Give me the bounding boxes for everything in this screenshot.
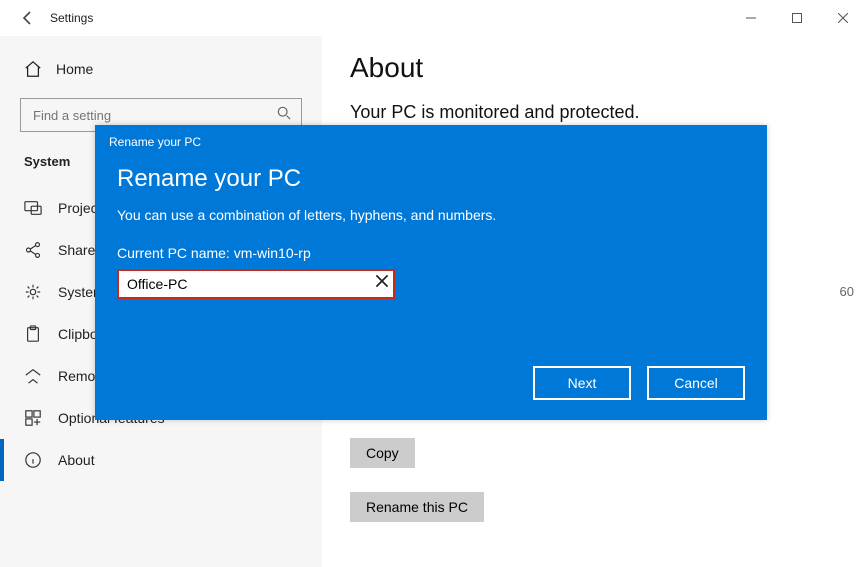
search-input[interactable] [31, 107, 291, 124]
back-button[interactable] [14, 4, 42, 32]
search-icon [277, 106, 291, 125]
next-button[interactable]: Next [533, 366, 631, 400]
window-title: Settings [50, 11, 93, 25]
minimize-button[interactable] [728, 3, 774, 33]
home-icon [24, 60, 42, 78]
about-icon [24, 451, 42, 469]
components-icon [24, 283, 42, 301]
dialog-titlebar: Rename your PC [95, 125, 767, 155]
rename-this-pc-button[interactable]: Rename this PC [350, 492, 484, 522]
optional-icon [24, 409, 42, 427]
sidebar-item-about[interactable]: About [20, 439, 302, 481]
sidebar-item-label: About [58, 452, 95, 468]
page-title: About [350, 52, 838, 84]
sidebar-home-label: Home [56, 61, 93, 77]
rename-pc-dialog: Rename your PC Rename your PC You can us… [95, 125, 767, 420]
clipped-text: 60 [840, 284, 854, 299]
copy-button[interactable]: Copy [350, 438, 415, 468]
clipboard-icon [24, 325, 42, 343]
maximize-button[interactable] [774, 3, 820, 33]
clear-input-icon[interactable] [375, 274, 389, 293]
protected-text: Your PC is monitored and protected. [350, 102, 838, 123]
dialog-subtitle: You can use a combination of letters, hy… [117, 207, 745, 223]
dialog-heading: Rename your PC [117, 165, 745, 193]
cancel-button[interactable]: Cancel [647, 366, 745, 400]
shared-icon [24, 241, 42, 259]
sidebar-home[interactable]: Home [20, 48, 302, 98]
projecting-icon [24, 199, 42, 217]
current-pc-name: Current PC name: vm-win10-rp [117, 245, 745, 261]
pc-name-input[interactable] [117, 269, 395, 299]
remote-icon [24, 367, 42, 385]
close-button[interactable] [820, 3, 866, 33]
